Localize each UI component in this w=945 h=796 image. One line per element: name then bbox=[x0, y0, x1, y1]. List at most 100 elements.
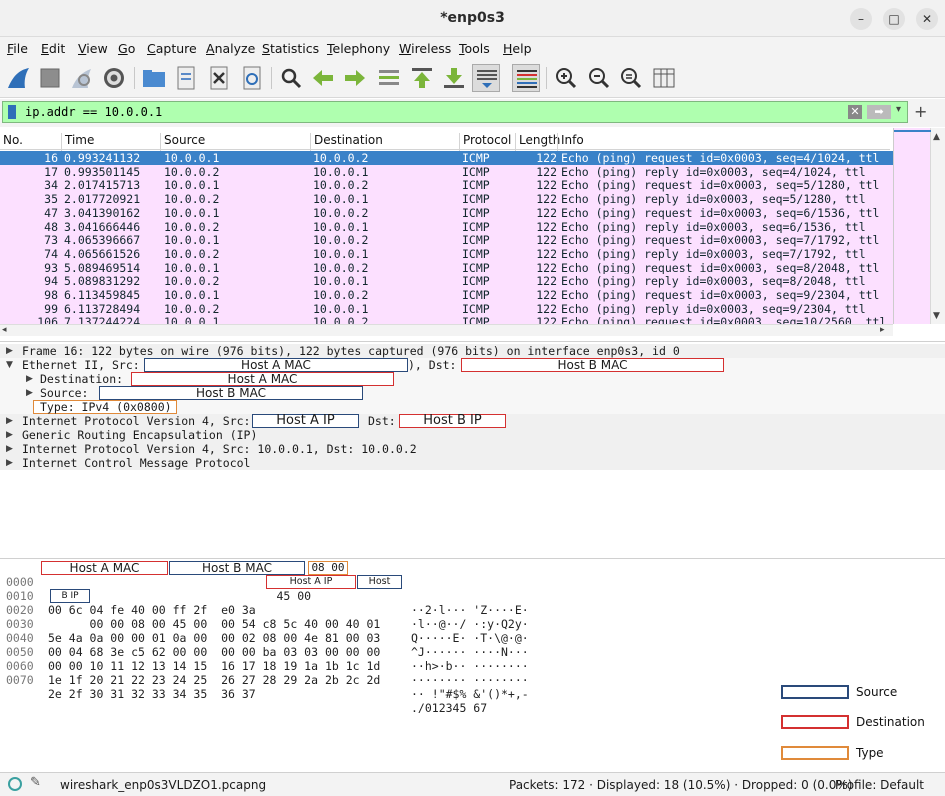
capture-status-icon[interactable] bbox=[8, 777, 22, 791]
capture-options-gear-icon[interactable] bbox=[100, 64, 128, 92]
packet-row[interactable]: 93 5.089469514 10.0.0.1 10.0.0.2 ICMP 122 Echo… bbox=[0, 260, 893, 275]
close-button[interactable]: ✕ bbox=[916, 8, 938, 30]
first-packet-icon[interactable] bbox=[408, 64, 436, 92]
packet-row[interactable]: 74 4.065661526 10.0.0.2 10.0.0.1 ICMP 122 Echo… bbox=[0, 246, 893, 261]
expand-chevron-icon[interactable]: ▶ bbox=[26, 372, 33, 386]
shark-fin-start-icon[interactable] bbox=[5, 64, 33, 92]
packet-cell-len: 122 bbox=[536, 246, 557, 261]
menu-telephony[interactable]: Telephony bbox=[327, 41, 390, 56]
restart-capture-icon[interactable] bbox=[68, 64, 96, 92]
column-info[interactable]: Info bbox=[557, 133, 892, 151]
go-to-packet-icon[interactable] bbox=[375, 64, 403, 92]
packet-cell-no: 94 bbox=[44, 274, 58, 289]
menu-edit[interactable]: Edit bbox=[41, 41, 65, 56]
packet-row[interactable]: 16 0.993241132 10.0.0.1 10.0.0.2 ICMP 122 Echo… bbox=[0, 151, 893, 165]
last-packet-icon[interactable] bbox=[440, 64, 468, 92]
packet-row[interactable]: 98 6.113459845 10.0.0.1 10.0.0.2 ICMP 122 Echo… bbox=[0, 288, 893, 302]
close-file-icon[interactable] bbox=[205, 64, 233, 92]
bookmark-icon[interactable] bbox=[8, 105, 16, 119]
save-file-icon[interactable] bbox=[172, 64, 200, 92]
go-back-arrow-icon[interactable] bbox=[309, 64, 337, 92]
scroll-down-icon[interactable]: ▼ bbox=[933, 311, 940, 321]
tree-eth-destination[interactable]: ▶ Destination: Host A MAC bbox=[0, 372, 945, 386]
resize-columns-icon[interactable] bbox=[650, 64, 678, 92]
expand-chevron-icon[interactable]: ▶ bbox=[26, 386, 33, 400]
edit-comment-icon[interactable]: ✎ bbox=[30, 775, 41, 790]
menu-capture[interactable]: Capture bbox=[147, 41, 197, 56]
packet-cell-info: Echo (ping) request id=0x0003, seq=5/128… bbox=[561, 178, 880, 193]
byte-row[interactable]: 0060 1e 1f 20 21 22 23 24 25 26 27 28 29… bbox=[0, 645, 560, 701]
filter-history-chevron-down-icon[interactable]: ▾ bbox=[896, 104, 901, 115]
column-time[interactable]: Time bbox=[61, 133, 161, 151]
menu-view[interactable]: View bbox=[78, 41, 108, 56]
packet-list-scrollbar[interactable]: ▲ ▼ bbox=[930, 128, 945, 324]
menu-wireless[interactable]: Wireless bbox=[399, 41, 451, 56]
apply-filter-arrow-icon[interactable]: ➡ bbox=[867, 105, 891, 119]
tree-ipv4-outer[interactable]: ▶ Internet Protocol Version 4, Src: Host… bbox=[0, 414, 945, 428]
menu-tools[interactable]: Tools bbox=[459, 41, 490, 56]
scroll-up-icon[interactable]: ▲ bbox=[933, 132, 940, 142]
packet-minimap[interactable] bbox=[893, 128, 931, 324]
tree-gre[interactable]: ▶ Generic Routing Encapsulation (IP) bbox=[0, 428, 945, 442]
byte-row[interactable]: 0050 00 00 10 11 12 13 14 15 16 17 18 19… bbox=[0, 631, 560, 687]
zoom-in-icon[interactable] bbox=[552, 64, 580, 92]
packet-cell-no: 48 bbox=[44, 219, 58, 234]
packet-row[interactable]: 94 5.089831292 10.0.0.2 10.0.0.1 ICMP 122 Echo… bbox=[0, 274, 893, 289]
packet-row[interactable]: 73 4.065396667 10.0.0.1 10.0.0.2 ICMP 122 Echo… bbox=[0, 233, 893, 248]
menu-go[interactable]: Go bbox=[118, 41, 135, 56]
column-length[interactable]: Length bbox=[515, 133, 560, 151]
byte-row[interactable]: 0030 5e 4a 0a 00 00 01 0a 00 00 02 08 00… bbox=[0, 603, 560, 659]
expand-chevron-icon[interactable]: ▶ bbox=[6, 428, 13, 442]
menu-help[interactable]: Help bbox=[503, 41, 532, 56]
expand-chevron-icon[interactable]: ▶ bbox=[6, 344, 13, 358]
packet-row[interactable]: 34 2.017415713 10.0.0.1 10.0.0.2 ICMP 122 Echo… bbox=[0, 178, 893, 193]
tree-icmp[interactable]: ▶ Internet Control Message Protocol bbox=[0, 456, 945, 470]
column-destination[interactable]: Destination bbox=[310, 133, 460, 151]
expand-chevron-icon[interactable]: ▶ bbox=[6, 414, 13, 428]
menu-analyze[interactable]: Analyze bbox=[206, 41, 255, 56]
display-filter-input[interactable]: ip.addr == 10.0.0.1 ✕ ➡ ▾ bbox=[2, 101, 908, 123]
reload-file-icon[interactable] bbox=[238, 64, 266, 92]
tree-ipv4-inner[interactable]: ▶ Internet Protocol Version 4, Src: 10.0… bbox=[0, 442, 945, 456]
tree-frame[interactable]: ▶ Frame 16: 122 bytes on wire (976 bits)… bbox=[0, 344, 945, 358]
tree-eth-type[interactable]: Type: IPv4 (0x0800) bbox=[0, 400, 945, 414]
packet-row[interactable]: 47 3.041390162 10.0.0.1 10.0.0.2 ICMP 122 Echo… bbox=[0, 205, 893, 220]
profile-label[interactable]: Profile: Default bbox=[835, 778, 924, 792]
packet-row[interactable]: 99 6.113728494 10.0.0.2 10.0.0.1 ICMP 122 Echo… bbox=[0, 301, 893, 316]
packet-row[interactable]: 17 0.993501145 10.0.0.2 10.0.0.1 ICMP 122 Echo… bbox=[0, 164, 893, 179]
expand-chevron-icon[interactable]: ▶ bbox=[6, 456, 13, 470]
find-packet-icon[interactable] bbox=[277, 64, 305, 92]
menu-statistics[interactable]: Statistics bbox=[262, 41, 319, 56]
packet-cell-proto: ICMP bbox=[462, 274, 490, 289]
stop-capture-icon[interactable] bbox=[36, 64, 64, 92]
tree-ethernet[interactable]: ▼ Ethernet II, Src: Host A MAC ), Dst: H… bbox=[0, 358, 945, 372]
menu-file[interactable]: File bbox=[7, 41, 28, 56]
zoom-out-icon[interactable] bbox=[585, 64, 613, 92]
expand-chevron-icon[interactable]: ▶ bbox=[6, 442, 13, 456]
byte-row[interactable]: 0070 2e 2f 30 31 32 33 34 35 36 37 ./012… bbox=[0, 659, 560, 715]
packet-row[interactable]: 35 2.017720921 10.0.0.2 10.0.0.1 ICMP 122 Echo… bbox=[0, 192, 893, 207]
normal-size-icon[interactable] bbox=[617, 64, 645, 92]
legend-destination-label: Destination bbox=[856, 715, 925, 729]
minimize-button[interactable]: – bbox=[850, 8, 872, 30]
tree-eth-source[interactable]: ▶ Source: Host B MAC bbox=[0, 386, 945, 400]
colorize-packets-icon[interactable] bbox=[512, 64, 540, 92]
auto-scroll-icon[interactable] bbox=[472, 64, 500, 92]
packet-row[interactable]: 48 3.041666446 10.0.0.2 10.0.0.1 ICMP 122 Echo… bbox=[0, 219, 893, 234]
horizontal-scrollbar[interactable]: ◂ ▸ bbox=[0, 324, 893, 336]
scroll-left-icon[interactable]: ◂ bbox=[2, 325, 7, 335]
byte-row[interactable]: 0040 00 04 68 3e c5 62 00 00 00 00 ba 03… bbox=[0, 617, 560, 673]
packet-cell-time: 0.993501145 bbox=[64, 164, 141, 179]
maximize-button[interactable]: □ bbox=[883, 8, 905, 30]
packet-cell-time: 3.041666446 bbox=[64, 219, 141, 234]
column-no[interactable]: No. bbox=[0, 133, 23, 151]
column-protocol[interactable]: Protocol bbox=[459, 133, 516, 151]
column-source[interactable]: Source bbox=[160, 133, 310, 151]
clear-filter-icon[interactable]: ✕ bbox=[848, 105, 862, 119]
collapse-chevron-icon[interactable]: ▼ bbox=[6, 358, 13, 372]
add-filter-button[interactable]: + bbox=[914, 102, 927, 121]
packet-cell-time: 5.089469514 bbox=[64, 260, 141, 275]
open-folder-icon[interactable] bbox=[140, 64, 168, 92]
go-forward-arrow-icon[interactable] bbox=[341, 64, 369, 92]
scroll-right-icon[interactable]: ▸ bbox=[880, 325, 885, 335]
